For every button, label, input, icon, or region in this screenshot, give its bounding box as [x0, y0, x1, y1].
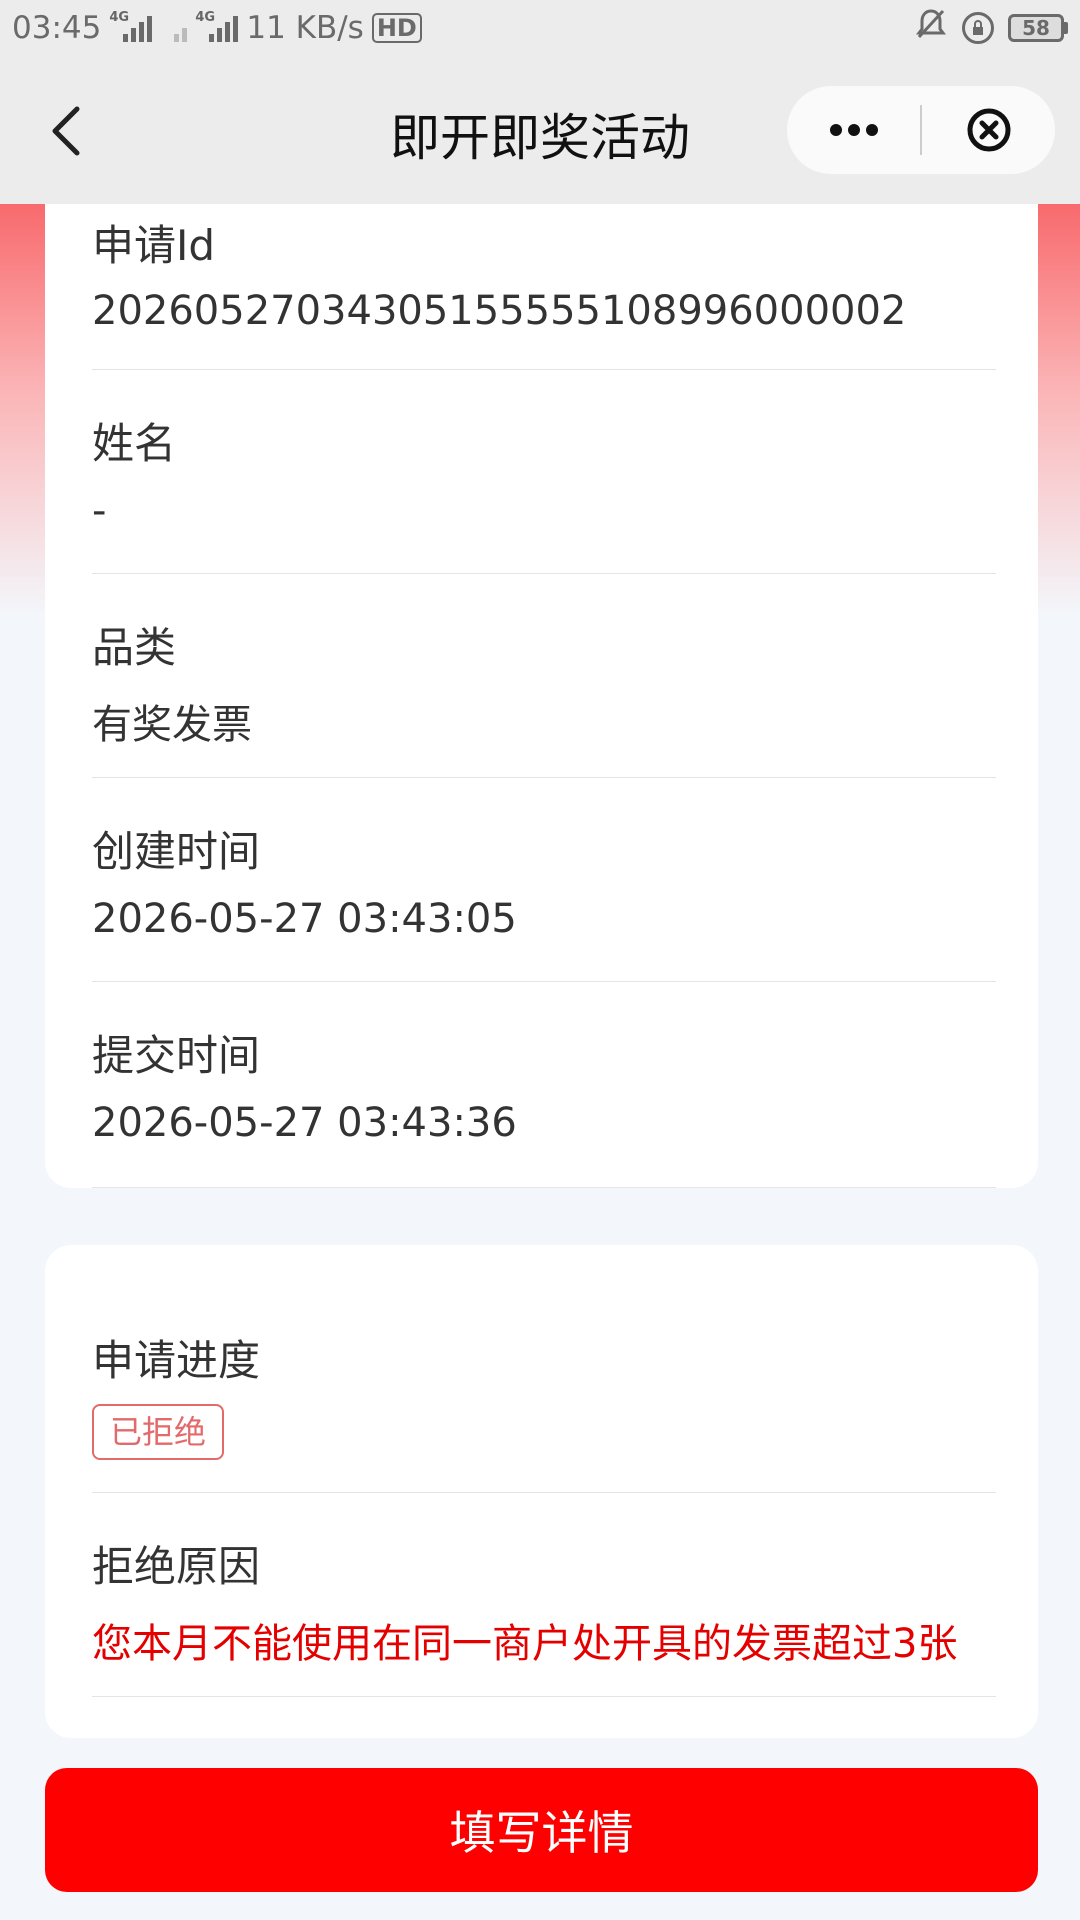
network-speed: 11 KB/s — [246, 10, 364, 46]
reject-reason-text: 您本月不能使用在同一商户处开具的发票超过3张 — [92, 1621, 958, 1667]
application-progress-card: 申请进度 已拒绝 拒绝原因 您本月不能使用在同一商户处开具的发票超过3张 — [45, 1245, 1038, 1738]
field-label: 创建时间 — [92, 827, 261, 876]
signal-icon-2: 4G — [195, 10, 239, 42]
close-circle-icon — [967, 108, 1010, 152]
signal-icon: 4G — [109, 10, 153, 42]
more-dots-icon — [829, 124, 878, 136]
status-time: 03:45 — [12, 10, 102, 46]
page: 03:45 4G 4G 11 KB/s HD 58 即开即奖活动 申请Id 20… — [0, 0, 1080, 1920]
field-value: 2026-05-27 03:43:36 — [92, 1100, 517, 1146]
field-progress: 申请进度 已拒绝 — [92, 1245, 996, 1493]
application-info-card: 申请Id 20260527034305155555108996000002 姓名… — [45, 204, 1038, 1188]
nav-bar: 即开即奖活动 — [0, 56, 1080, 204]
bell-muted-icon — [914, 7, 948, 49]
rotation-lock-icon — [962, 12, 994, 44]
mini-program-capsule — [787, 86, 1055, 174]
field-category: 品类 有奖发票 — [92, 574, 996, 778]
hd-voice-icon: HD — [371, 13, 422, 43]
status-badge: 已拒绝 — [92, 1404, 225, 1460]
more-button[interactable] — [787, 86, 920, 174]
close-button[interactable] — [922, 86, 1055, 174]
status-bar: 03:45 4G 4G 11 KB/s HD 58 — [0, 0, 1080, 56]
field-label: 提交时间 — [92, 1031, 261, 1080]
field-value: - — [92, 488, 107, 534]
field-created-time: 创建时间 2026-05-27 03:43:05 — [92, 778, 996, 982]
field-value: 2026-05-27 03:43:05 — [92, 896, 517, 942]
battery-icon: 58 — [1008, 14, 1068, 42]
field-value: 20260527034305155555108996000002 — [92, 288, 907, 334]
field-label: 品类 — [92, 623, 177, 672]
field-submitted-time: 提交时间 2026-05-27 03:43:36 — [92, 982, 996, 1188]
field-label: 申请进度 — [92, 1336, 261, 1385]
fill-details-button[interactable]: 填写详情 — [45, 1768, 1038, 1892]
field-label: 拒绝原因 — [92, 1542, 261, 1591]
signal-icon-secondary — [160, 14, 188, 42]
field-value: 有奖发票 — [92, 702, 252, 748]
field-label: 姓名 — [92, 419, 177, 468]
field-label: 申请Id — [92, 221, 216, 270]
field-reject-reason: 拒绝原因 您本月不能使用在同一商户处开具的发票超过3张 — [92, 1493, 996, 1697]
field-name: 姓名 - — [92, 370, 996, 574]
field-application-id: 申请Id 20260527034305155555108996000002 — [92, 204, 996, 370]
